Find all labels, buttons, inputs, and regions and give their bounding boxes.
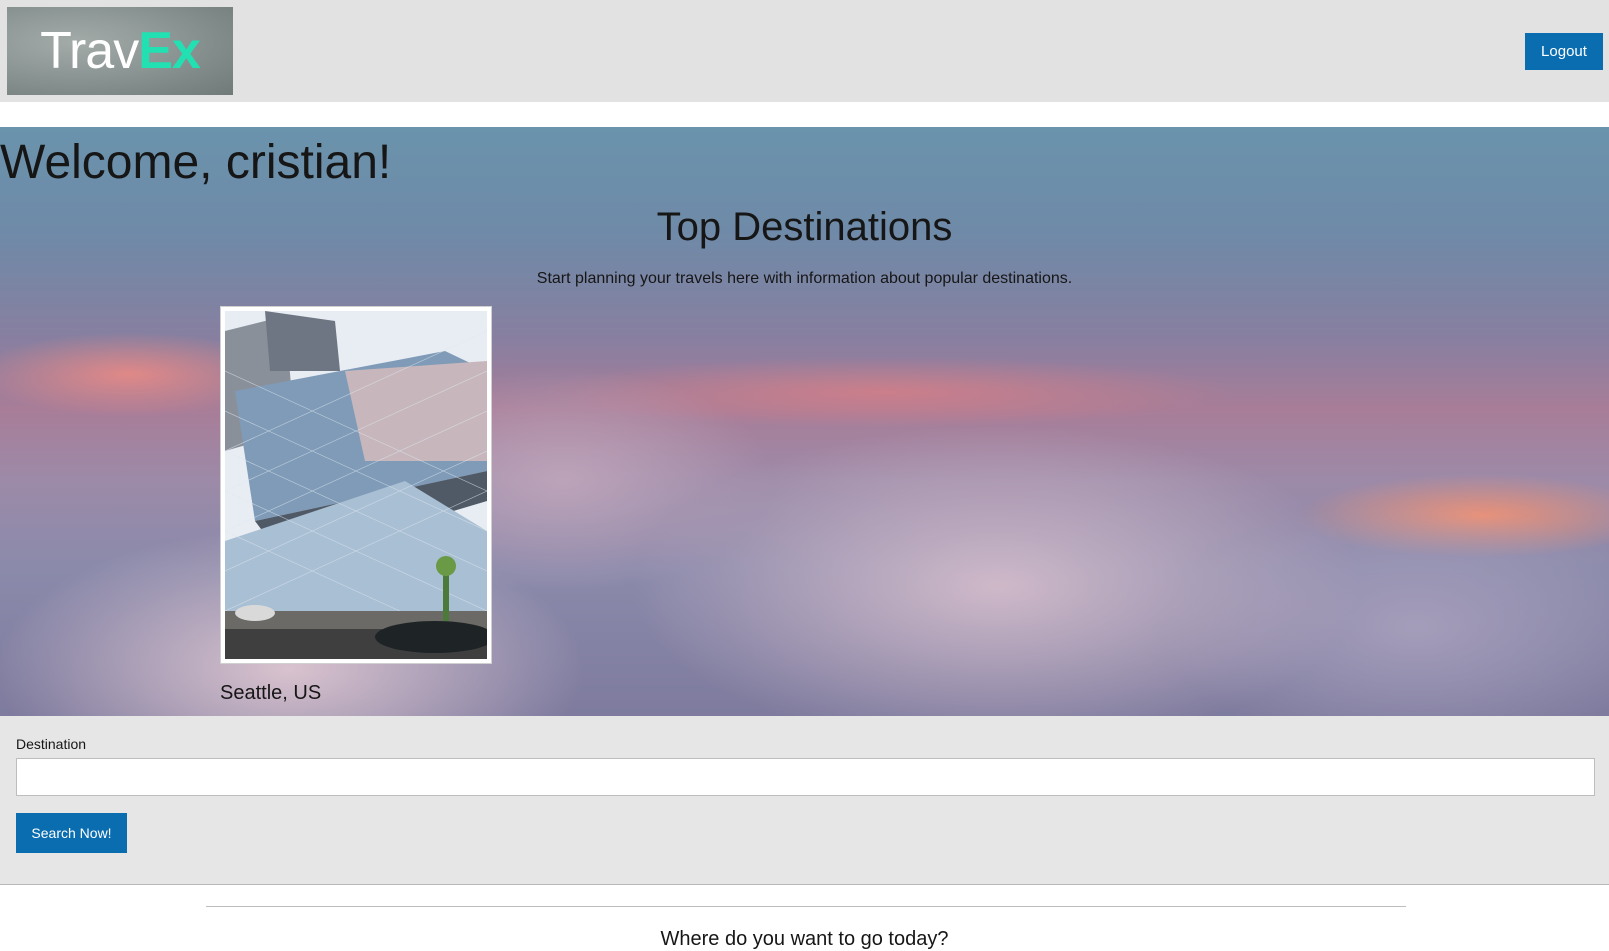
top-destinations-subtitle: Start planning your travels here with in… [536,270,1073,287]
hero-banner: Welcome, cristian! Top Destinations Star… [0,127,1609,716]
seattle-library-illustration [225,311,487,659]
destination-input[interactable] [16,758,1595,796]
travex-logo[interactable]: Trav Ex [7,7,233,95]
logo-text-trav: Trav [40,22,139,80]
destination-label: Destination [16,736,87,752]
logout-button[interactable]: Logout [1525,33,1603,70]
logo-text-ex: Ex [138,22,201,80]
top-destinations-title: Top Destinations [656,205,953,249]
destination-label-seattle[interactable]: Seattle, US [220,682,321,705]
welcome-heading: Welcome, cristian! [0,136,392,189]
section-divider [206,906,1406,907]
search-panel: Destination Search Now! [0,716,1609,885]
top-header: Trav Ex Logout [0,0,1609,102]
seattle-library-image [225,311,487,659]
bottom-question-heading: Where do you want to go today? [660,928,949,950]
search-now-button[interactable]: Search Now! [16,813,127,853]
destination-card-seattle[interactable] [220,306,492,664]
